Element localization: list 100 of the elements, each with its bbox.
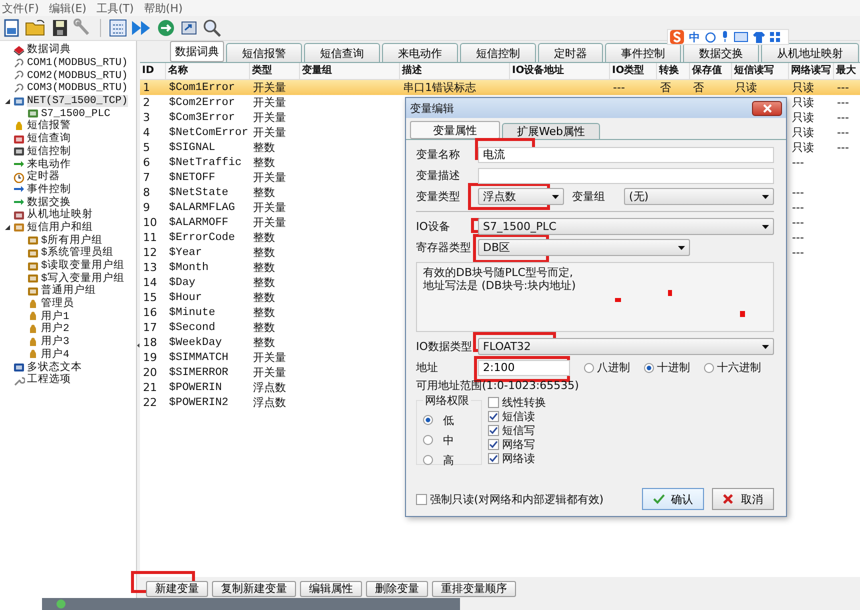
device-dropdown[interactable]: S7_1500_PLC (478, 218, 774, 235)
checkbox-label[interactable]: 短信读 (502, 408, 535, 424)
radio-button[interactable] (644, 362, 654, 372)
action-button[interactable]: 删除变量 (366, 581, 428, 597)
tree-item[interactable]: 来电动作 (27, 158, 71, 171)
tree-item[interactable]: 数据交换 (27, 196, 71, 209)
tree-item[interactable]: 用户1 (41, 310, 70, 323)
radio-label[interactable]: 十六进制 (717, 360, 761, 375)
address-field[interactable]: 2:100 (478, 360, 570, 376)
tab[interactable]: 变量属性 (410, 121, 500, 139)
group-dropdown[interactable]: (无) (624, 188, 774, 205)
tree-item[interactable]: 工程选项 (27, 374, 71, 386)
column-header[interactable]: 类型 (250, 63, 300, 79)
tree-item[interactable]: S7_1500_PLC (41, 108, 110, 120)
column-header[interactable]: 最大 (834, 63, 860, 79)
input-mode-label[interactable]: 中 (689, 30, 700, 44)
tree-item[interactable]: COM3(MODBUS_RTU) (27, 82, 128, 94)
action-button[interactable]: 复制新建变量 (212, 581, 296, 597)
close-icon[interactable] (762, 104, 772, 112)
tree-item[interactable]: 从机地址映射 (27, 209, 93, 222)
tree-item[interactable]: $写入变量用户组 (41, 272, 124, 285)
search-icon[interactable] (202, 18, 222, 38)
tab[interactable]: 扩展Web属性 (502, 123, 600, 139)
checkbox[interactable] (488, 410, 499, 422)
type-dropdown[interactable]: 浮点数 (478, 188, 564, 205)
cancel-button[interactable]: 取消 (712, 488, 774, 510)
tree-item[interactable]: 普通用户组 (41, 285, 96, 298)
tab[interactable]: 事件控制 (605, 43, 681, 62)
tree-item[interactable]: 事件控制 (27, 184, 71, 196)
tree-item[interactable]: 用户3 (41, 336, 70, 348)
tree-item[interactable]: 短信用户和组 (27, 222, 93, 234)
table-row[interactable]: 1 $Com1Error 开关量 串口1错误标志 --- 否 否 只读 只读 --- (140, 80, 860, 95)
confirm-button[interactable]: 确认 (642, 488, 704, 510)
tree-item[interactable]: $所有用户组 (41, 234, 102, 247)
column-header[interactable]: 名称 (166, 63, 250, 79)
checkbox-label[interactable]: 强制只读(对网络和内部逻辑都有效) (430, 492, 604, 506)
tree-item[interactable]: $系统管理员组 (41, 247, 114, 260)
s-logo-icon[interactable] (670, 30, 684, 44)
expand-icon[interactable] (4, 224, 11, 232)
radio-button[interactable] (584, 362, 594, 372)
collapse-arrow-icon[interactable] (137, 342, 140, 349)
tree-item[interactable]: 用户2 (41, 323, 70, 336)
menu-item[interactable]: 编辑(E) (48, 0, 86, 16)
tree-item[interactable]: NET(S7_1500_TCP) (27, 95, 128, 108)
column-header[interactable]: ID (140, 63, 166, 79)
radio-button[interactable] (423, 415, 433, 425)
checkbox-label[interactable]: 网络写 (502, 436, 535, 452)
arrow-circle-icon[interactable] (156, 18, 176, 38)
action-button[interactable]: 编辑属性 (300, 581, 362, 597)
tab[interactable]: 短信控制 (460, 43, 536, 62)
tree-item[interactable]: COM2(MODBUS_RTU) (27, 70, 128, 82)
shirt-icon[interactable] (753, 32, 765, 42)
checkbox-label[interactable]: 线性转换 (502, 394, 546, 410)
checkbox-label[interactable]: 网络读 (502, 450, 535, 466)
description-field[interactable] (478, 168, 774, 184)
checkbox[interactable] (416, 494, 427, 504)
menu-item[interactable]: 工具(T) (96, 0, 134, 16)
tree-item[interactable]: 短信报警 (27, 120, 71, 132)
data-type-dropdown[interactable]: FLOAT32 (478, 338, 774, 355)
tab[interactable]: 数据词典 (170, 41, 224, 62)
tree-item[interactable]: 定时器 (27, 171, 60, 184)
column-header[interactable]: IO类型 (610, 63, 657, 79)
column-header[interactable]: 网络读写 (789, 63, 834, 79)
radio-button[interactable] (704, 362, 714, 372)
menu-item[interactable]: 文件(F) (2, 0, 39, 16)
tree-item[interactable]: 短信查询 (27, 133, 71, 146)
column-header[interactable]: 保存值 (690, 63, 732, 79)
checkbox[interactable] (488, 452, 499, 464)
tab[interactable]: 短信查询 (304, 43, 380, 62)
save-icon[interactable] (50, 18, 70, 38)
tab[interactable]: 来电动作 (382, 43, 458, 62)
action-button[interactable]: 新建变量 (146, 581, 208, 597)
column-header[interactable]: IO设备地址 (510, 63, 610, 79)
radio-label[interactable]: 八进制 (597, 360, 630, 375)
radio-label[interactable]: 高 (443, 452, 454, 468)
tab[interactable]: 定时器 (538, 43, 603, 62)
grid-icon[interactable] (108, 18, 128, 38)
checkbox[interactable] (488, 424, 499, 436)
folder-icon[interactable] (25, 18, 47, 38)
radio-button[interactable] (423, 455, 433, 465)
name-field[interactable]: 电流 (478, 146, 774, 162)
tree-item[interactable]: 用户4 (41, 348, 70, 361)
radio-button[interactable] (423, 435, 433, 445)
tree-item[interactable]: COM1(MODBUS_RTU) (27, 57, 128, 70)
tree-item[interactable]: 数据词典 (27, 44, 71, 56)
menu-item[interactable]: 帮助(H) (144, 0, 183, 16)
radio-label[interactable]: 低 (443, 412, 454, 428)
column-header[interactable]: 描述 (400, 63, 510, 79)
checkbox-label[interactable]: 短信写 (502, 422, 535, 438)
action-button[interactable]: 重排变量顺序 (432, 581, 516, 597)
tab[interactable]: 短信报警 (226, 43, 302, 62)
tree-item[interactable]: 多状态文本 (27, 362, 82, 374)
checkbox[interactable] (488, 396, 499, 408)
tree-item[interactable]: 短信控制 (27, 146, 71, 158)
close-button[interactable] (752, 100, 782, 116)
microphone-icon[interactable] (721, 31, 729, 43)
radio-label[interactable]: 中 (443, 432, 454, 448)
column-header[interactable]: 短信读写 (732, 63, 789, 79)
checkbox[interactable] (488, 438, 499, 450)
tab[interactable]: 从机地址映射 (761, 43, 859, 62)
